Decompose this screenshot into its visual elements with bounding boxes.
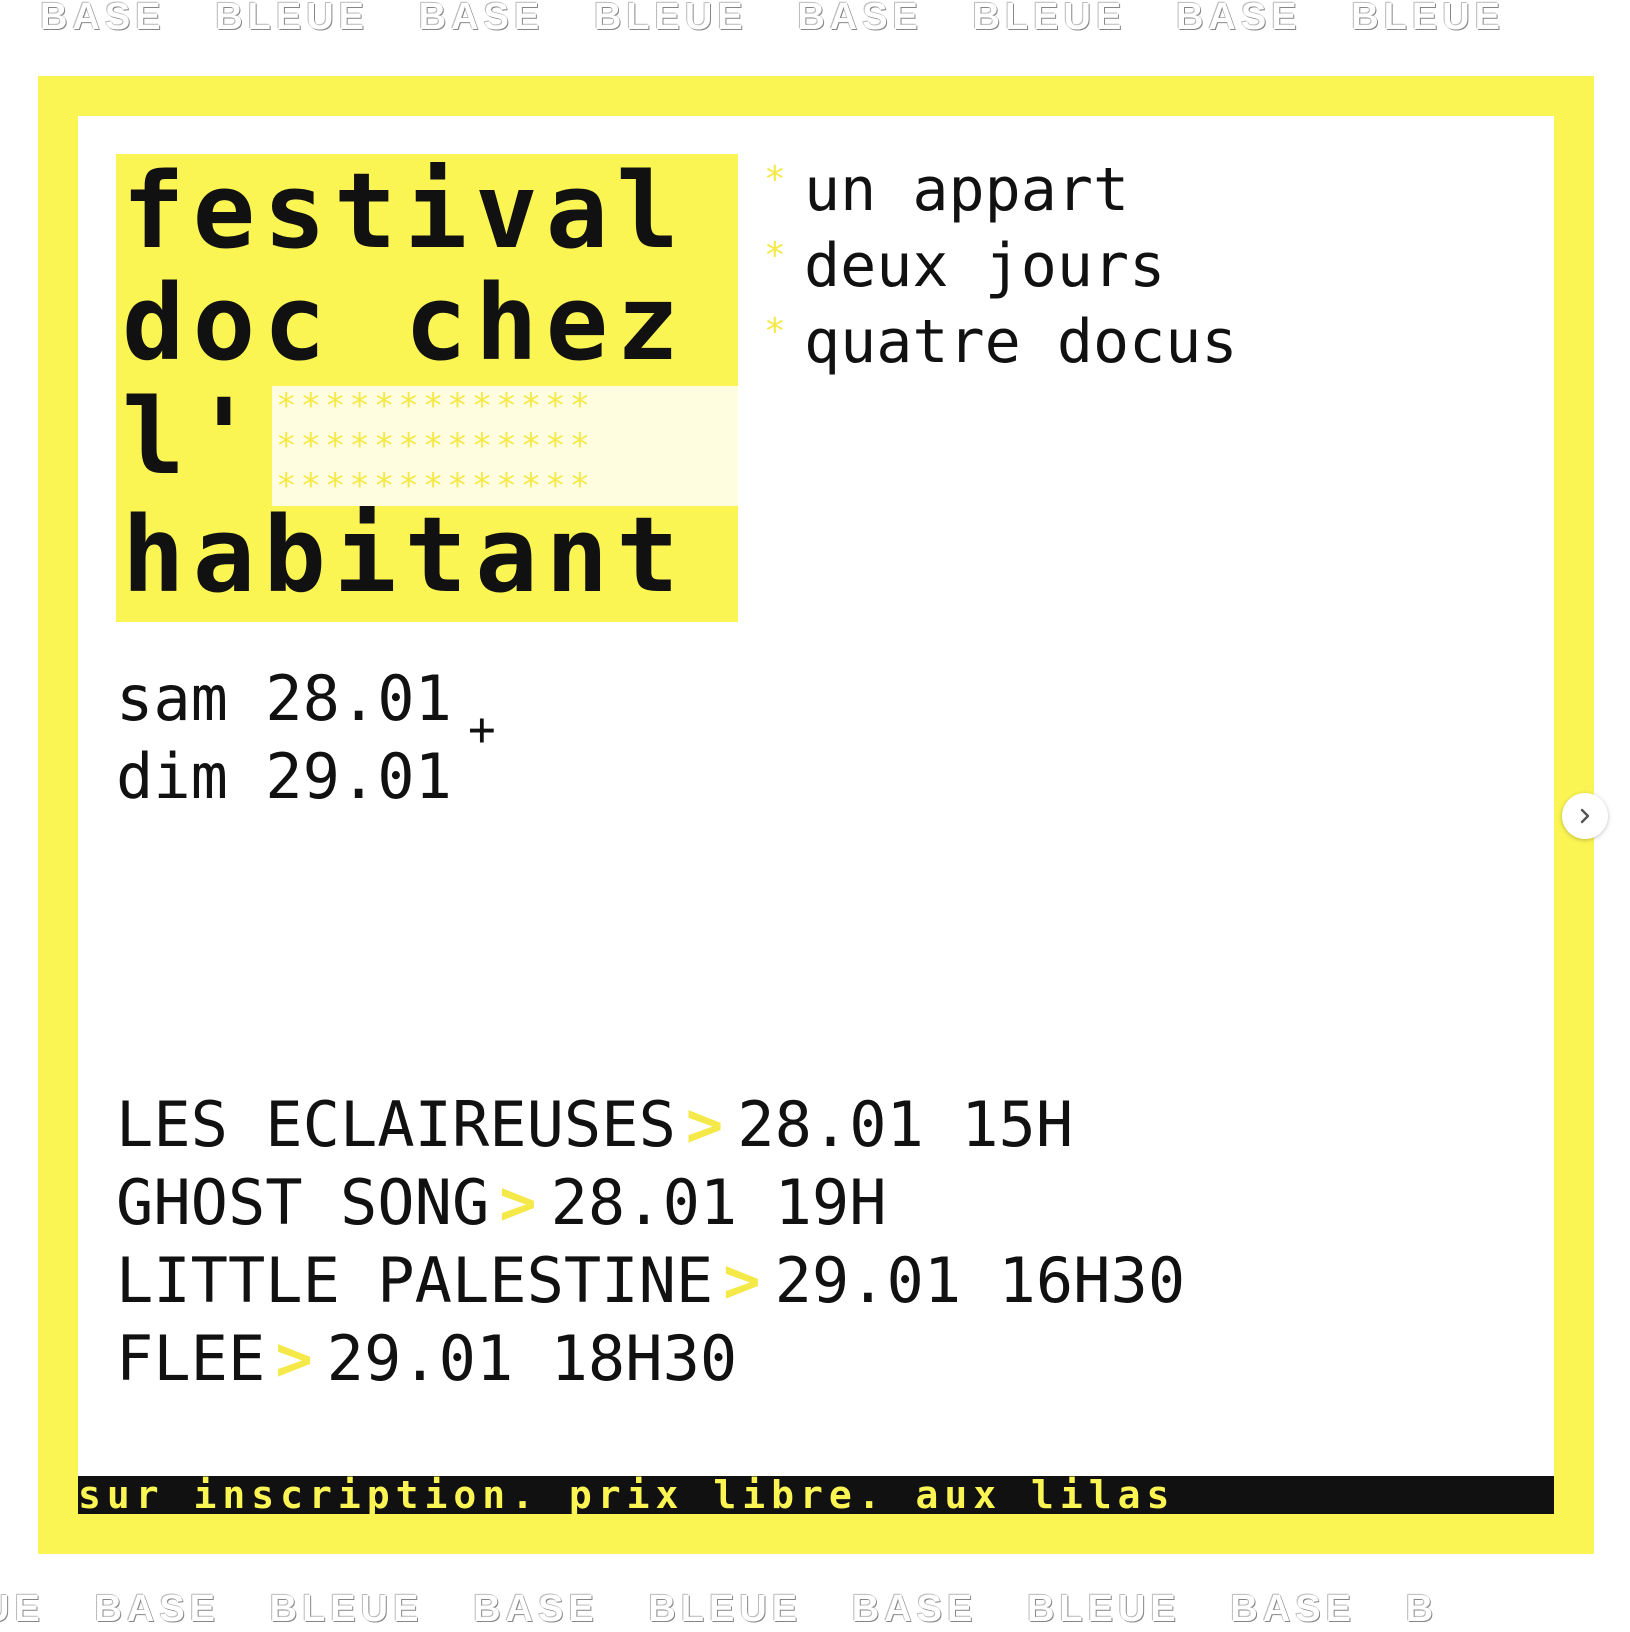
tagline-text: un appart [804, 155, 1130, 225]
ticker-word: BASE [797, 0, 923, 38]
title-line: doc chez [122, 262, 687, 384]
screening-row: FLEE >29.01 18H30 [116, 1320, 1185, 1398]
film-title: LES ECLAIREUSES [116, 1088, 676, 1161]
tagline-text: quatre docus [804, 307, 1238, 377]
plus-sign: + [468, 702, 496, 756]
ticker-word: BASE [473, 1588, 599, 1630]
ticker-top: BASE BLEUE BASE BLEUE BASE BLEUE BASE BL… [0, 0, 1630, 40]
ticker-word: BASE [851, 1588, 978, 1630]
arrow-icon: > [275, 1322, 313, 1395]
screening-time: 29.01 16H30 [774, 1244, 1186, 1317]
decorative-stars: ************* ************* ************… [272, 386, 738, 506]
stars-row: ************* [276, 386, 595, 426]
ticker-word: BLEUE [1026, 1588, 1181, 1630]
ticker-word: BLEUE [269, 1588, 424, 1630]
ticker-word: BASE [94, 1588, 221, 1630]
asterisk-icon: * [764, 235, 786, 276]
next-slide-button[interactable] [1562, 793, 1608, 839]
poster-card: festival doc chez l' ************* *****… [78, 116, 1554, 1514]
film-title: FLEE [116, 1322, 266, 1395]
ticker-word: BLEUE [972, 0, 1127, 38]
tagline-text: deux jours [804, 231, 1166, 301]
screening-list: LES ECLAIREUSES >28.01 15H GHOST SONG >28.… [116, 1086, 1185, 1398]
tagline-item: * un appart [764, 154, 1130, 226]
screening-time: 28.01 15H [737, 1088, 1074, 1161]
ticker-word: UE [0, 1588, 45, 1630]
screening-row: LES ECLAIREUSES >28.01 15H [116, 1086, 1185, 1164]
poster-frame: festival doc chez l' ************* *****… [38, 76, 1594, 1554]
ticker-bottom: UE BASE BLEUE BASE BLEUE BASE BLEUE BASE… [0, 1588, 1630, 1632]
title-line: habitant [122, 494, 687, 616]
footer-info-bar: sur inscription. prix libre. aux lilas [78, 1476, 1554, 1514]
title-line: festival [122, 150, 687, 272]
arrow-icon: > [723, 1244, 761, 1317]
screening-time: 29.01 18H30 [326, 1322, 738, 1395]
film-title: GHOST SONG [116, 1166, 490, 1239]
screening-row: LITTLE PALESTINE >29.01 16H30 [116, 1242, 1185, 1320]
ticker-word: BLEUE [215, 0, 370, 38]
screening-row: GHOST SONG >28.01 19H [116, 1164, 1185, 1242]
stars-row: ************* [276, 426, 595, 466]
date-line: dim 29.01 [116, 740, 452, 813]
ticker-word: BLEUE [593, 0, 748, 38]
ticker-word: BASE [40, 0, 166, 38]
festival-dates: sam 28.01 dim 29.01 [116, 660, 452, 816]
film-title: LITTLE PALESTINE [116, 1244, 714, 1317]
chevron-right-icon [1580, 808, 1590, 824]
ticker-word: BASE [418, 0, 545, 38]
arrow-icon: > [685, 1088, 724, 1161]
tagline-item: * quatre docus [764, 306, 1238, 378]
festival-title: festival doc chez l' ************* *****… [116, 154, 738, 622]
asterisk-icon: * [764, 311, 786, 352]
ticker-word: B [1405, 1588, 1439, 1630]
ticker-word: BASE [1230, 1588, 1356, 1630]
ticker-word: BLEUE [1351, 0, 1505, 38]
title-line: l' [122, 376, 264, 498]
asterisk-icon: * [764, 159, 786, 200]
screening-time: 28.01 19H [550, 1166, 887, 1239]
date-line: sam 28.01 [116, 662, 452, 735]
ticker-word: BLEUE [648, 1588, 803, 1630]
ticker-word: BASE [1175, 0, 1302, 38]
tagline-item: * deux jours [764, 230, 1166, 302]
arrow-icon: > [499, 1166, 537, 1239]
